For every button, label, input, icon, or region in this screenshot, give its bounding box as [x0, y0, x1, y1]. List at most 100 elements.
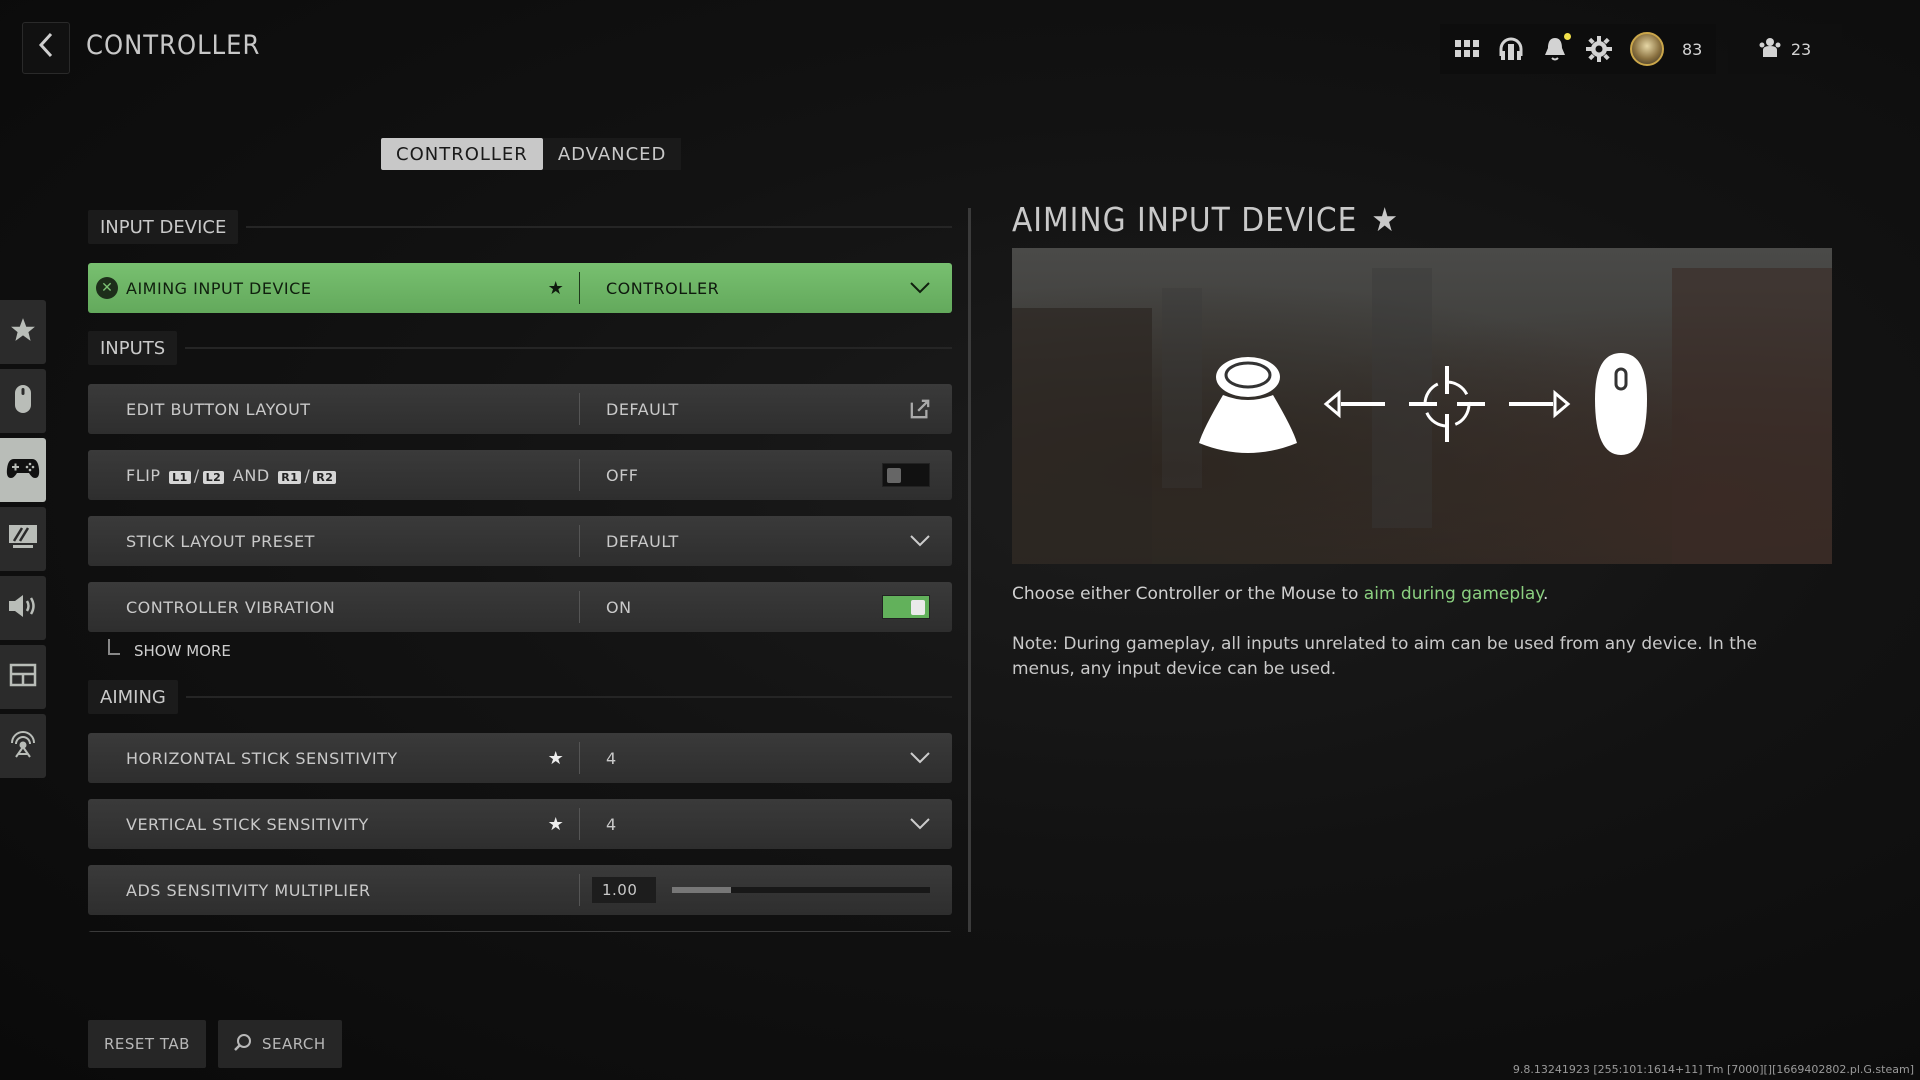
setting-stick-layout-preset[interactable]: STICK LAYOUT PRESET DEFAULT	[88, 516, 952, 566]
section-label: INPUT DEVICE	[88, 210, 239, 244]
setting-value: OFF	[606, 465, 639, 485]
sidebar-item-audio[interactable]	[0, 576, 46, 640]
sidebar-item-controller[interactable]	[0, 438, 46, 502]
setting-value: DEFAULT	[606, 531, 679, 551]
setting-controller-vibration[interactable]: CONTROLLER VIBRATION ON	[88, 582, 952, 632]
friends-button[interactable]: 23	[1728, 24, 1842, 74]
chevron-down-icon[interactable]	[910, 748, 930, 768]
favorite-star-icon[interactable]: ★	[547, 748, 565, 769]
setting-aiming-input-device[interactable]: ✕ AIMING INPUT DEVICE ★ CONTROLLER	[88, 263, 952, 313]
favorite-star-icon: ★	[1371, 200, 1399, 239]
l1-button-glyph: L1	[169, 470, 191, 484]
ads-sensitivity-slider[interactable]	[672, 887, 930, 893]
setting-ads-sensitivity-multiplier[interactable]: ADS SENSITIVITY MULTIPLIER 1.00	[88, 865, 952, 915]
show-more-link[interactable]: SHOW MORE	[88, 636, 952, 666]
star-icon	[10, 317, 36, 347]
setting-value: DEFAULT	[606, 399, 679, 419]
tree-elbow-icon	[108, 639, 120, 655]
search-button[interactable]: SEARCH	[218, 1020, 342, 1068]
sidebar-item-favorites[interactable]	[0, 300, 46, 364]
detail-title-text: AIMING INPUT DEVICE	[1012, 200, 1358, 239]
show-more-label: SHOW MORE	[134, 642, 231, 660]
setting-value: 4	[606, 814, 617, 834]
settings-list: INPUT DEVICE ✕ AIMING INPUT DEVICE ★ CON…	[88, 208, 952, 932]
preview-image	[1012, 248, 1832, 564]
search-icon	[234, 1033, 252, 1055]
description-text: Choose either Controller or the Mouse to	[1012, 584, 1364, 604]
settings-category-sidebar	[0, 300, 46, 783]
setting-value: ON	[606, 597, 632, 617]
slider-value-input[interactable]: 1.00	[592, 877, 656, 903]
setting-label: CONTROLLER VIBRATION	[126, 597, 336, 617]
headset-icon[interactable]	[1498, 36, 1524, 62]
speaker-icon	[7, 593, 39, 623]
setting-label: AIMING INPUT DEVICE	[126, 278, 312, 298]
r1-button-glyph: R1	[278, 470, 302, 484]
section-label: AIMING	[88, 680, 178, 714]
setting-label: VERTICAL STICK SENSITIVITY	[126, 814, 369, 834]
sidebar-item-network[interactable]	[0, 714, 46, 778]
arrow-right-icon	[1507, 389, 1571, 423]
page-title: CONTROLLER	[86, 30, 261, 61]
player-level: 83	[1682, 39, 1703, 59]
monitor-icon	[8, 524, 38, 554]
vibration-toggle[interactable]	[882, 595, 930, 619]
gamepad-icon	[6, 457, 40, 483]
bell-icon[interactable]	[1542, 33, 1571, 62]
reset-tab-button[interactable]: RESET TAB	[88, 1020, 206, 1068]
section-divider	[185, 347, 952, 349]
description-suffix: .	[1542, 584, 1549, 604]
favorite-star-icon[interactable]: ★	[547, 814, 565, 835]
section-label: INPUTS	[88, 331, 178, 365]
interface-icon	[9, 663, 37, 691]
setting-edit-button-layout[interactable]: EDIT BUTTON LAYOUT DEFAULT	[88, 384, 952, 434]
mouse-icon	[1591, 349, 1651, 463]
mouse-icon	[14, 384, 32, 418]
top-icon-bar: 83	[1440, 24, 1717, 74]
friends-icon	[1759, 36, 1781, 62]
tab-controller[interactable]: CONTROLLER	[381, 138, 543, 170]
chevron-left-icon	[37, 31, 55, 66]
tab-advanced[interactable]: ADVANCED	[542, 138, 682, 170]
section-aiming: AIMING	[88, 678, 952, 716]
build-version: 9.8.13241923 [255:101:1614+11] Tm [7000]…	[1512, 1063, 1914, 1076]
friends-count: 23	[1790, 39, 1812, 59]
toggle-knob	[887, 468, 901, 483]
chevron-down-icon[interactable]	[910, 278, 930, 298]
tab-bar: CONTROLLER ADVANCED	[381, 138, 682, 170]
favorite-star-icon[interactable]: ★	[547, 278, 565, 299]
external-link-icon[interactable]	[910, 399, 930, 419]
scrollbar[interactable]	[968, 208, 971, 932]
section-input-device: INPUT DEVICE	[88, 208, 952, 246]
setting-label: STICK LAYOUT PRESET	[126, 531, 315, 551]
gear-icon[interactable]	[1586, 36, 1612, 62]
separator: /	[193, 465, 200, 485]
flip-toggle[interactable]	[882, 463, 930, 487]
detail-title: AIMING INPUT DEVICE ★	[1012, 200, 1399, 239]
sidebar-item-interface[interactable]	[0, 645, 46, 709]
setting-vertical-stick-sensitivity[interactable]: VERTICAL STICK SENSITIVITY ★ 4	[88, 799, 952, 849]
player-avatar[interactable]	[1630, 32, 1664, 66]
setting-flip-bumpers-triggers[interactable]: FLIP L1/L2 AND R1/R2 OFF	[88, 450, 952, 500]
network-icon	[8, 729, 38, 763]
separator: /	[304, 465, 311, 485]
section-divider	[185, 696, 952, 698]
setting-label: EDIT BUTTON LAYOUT	[126, 399, 311, 419]
description-highlight: aim during gameplay	[1363, 584, 1543, 604]
grid-menu-icon[interactable]	[1454, 36, 1480, 62]
chevron-down-icon[interactable]	[910, 814, 930, 834]
arrow-left-icon	[1323, 389, 1387, 423]
setting-label: FLIP L1/L2 AND R1/R2	[126, 466, 579, 485]
l2-button-glyph: L2	[202, 470, 225, 484]
back-button[interactable]	[22, 22, 70, 74]
chevron-down-icon[interactable]	[910, 531, 930, 551]
sidebar-item-graphics[interactable]	[0, 507, 46, 571]
slider-fill	[672, 887, 732, 893]
section-inputs: INPUTS	[88, 329, 952, 367]
sidebar-item-mouse[interactable]	[0, 369, 46, 433]
setting-row-partial[interactable]	[88, 931, 952, 932]
notification-dot	[1564, 33, 1571, 40]
setting-horizontal-stick-sensitivity[interactable]: HORIZONTAL STICK SENSITIVITY ★ 4	[88, 733, 952, 783]
detail-description: Choose either Controller or the Mouse to…	[1012, 584, 1832, 604]
setting-value: CONTROLLER	[606, 278, 720, 298]
